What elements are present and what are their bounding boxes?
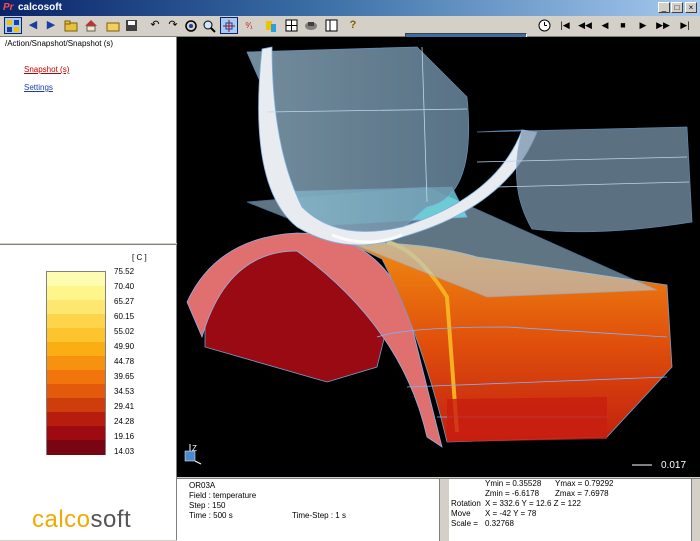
pick-icon[interactable]: ⁰⁄₁ — [240, 17, 258, 34]
legend-swatch — [47, 440, 105, 455]
breadcrumb: /Action/Snapshot/Snapshot (s) — [5, 39, 114, 48]
rotation-values: X = 332.6 Y = 12.6 Z = 122 — [485, 499, 582, 508]
scale-label: Scale = — [451, 519, 478, 528]
scale-indicator: 0.017 — [632, 460, 686, 471]
clock-icon[interactable] — [535, 17, 553, 34]
brand-part-1: calco — [32, 506, 91, 533]
move-label: Move — [451, 509, 471, 518]
snapshot-link[interactable]: Snapshot (s) — [24, 65, 69, 74]
legend-swatch — [47, 370, 105, 385]
legend-swatch — [47, 314, 105, 329]
time-info: Time : 500 s — [189, 511, 233, 520]
open-folder-icon[interactable] — [62, 17, 80, 34]
scale-info: 0.32768 — [485, 519, 514, 528]
info-panel: OR03A Field : temperature Step : 150 Tim… — [177, 478, 700, 541]
play-icon[interactable]: ▶ — [634, 17, 652, 34]
navigation-panel: /Action/Snapshot/Snapshot (s) Snapshot (… — [0, 37, 177, 243]
app-logo-icon: Pr — [3, 2, 14, 13]
legend-value: 29.41 — [114, 402, 135, 411]
rotate-left-icon[interactable]: ↶ — [146, 17, 164, 34]
3d-viewport[interactable]: Z 0.017 — [177, 37, 700, 477]
zoom-icon[interactable] — [200, 17, 218, 34]
axes-icon[interactable] — [220, 17, 238, 34]
minimize-button[interactable]: _ — [658, 2, 670, 13]
brand-part-2: soft — [90, 506, 132, 533]
last-icon[interactable]: ▶| — [676, 17, 694, 34]
legend-value: 60.15 — [114, 312, 135, 321]
legend-swatch — [47, 426, 105, 441]
timestep-info: Time-Step : 1 s — [292, 511, 346, 520]
axis-triad: Z — [184, 444, 202, 465]
print-icon[interactable] — [302, 17, 320, 34]
axis-z-label: Z — [192, 444, 197, 453]
legend-swatch — [47, 286, 105, 301]
window-title: calcosoft — [18, 2, 62, 13]
legend-swatch — [47, 342, 105, 357]
model-name: OR03A — [189, 481, 216, 490]
fit-icon[interactable] — [182, 17, 200, 34]
step-back-icon[interactable]: ◀◀ — [576, 17, 594, 34]
maximize-button[interactable]: □ — [671, 2, 683, 13]
legend-color-bar — [46, 271, 106, 455]
rotation-label: Rotation — [451, 499, 481, 508]
pointer-icon[interactable] — [4, 17, 22, 34]
grid-icon[interactable] — [282, 17, 300, 34]
home-icon[interactable] — [82, 17, 100, 34]
legend-value: 65.27 — [114, 297, 135, 306]
brand-panel: calcosoft — [0, 478, 177, 540]
play-back-icon[interactable]: ◀ — [596, 17, 614, 34]
3d-scene: Z 0.017 — [184, 46, 693, 471]
zmin-info: Zmin = -6.6178 — [485, 489, 540, 498]
color-legend: [ C ] 75.52 70.40 65.27 60.15 55.02 49.90 44.7… — [0, 244, 177, 478]
zmax-info: Zmax = 7.6978 — [555, 489, 609, 498]
legend-value: 19.16 — [114, 432, 135, 441]
step-forward-icon[interactable]: ▶▶ — [654, 17, 672, 34]
forward-icon[interactable]: ▶ — [42, 17, 60, 34]
stop-icon[interactable]: ■ — [614, 17, 632, 34]
toolbar: ◀ ▶ ↶ ↷ ⁰⁄₁ ? |◀ ◀◀ ◀ ■ ▶ ▶▶ ▶| — [0, 16, 700, 47]
legend-value: 39.65 — [114, 372, 135, 381]
legend-value: 75.52 — [114, 267, 135, 276]
legend-value: 44.78 — [114, 357, 135, 366]
title-bar: Pr calcosoft _ □ × — [0, 0, 700, 16]
legend-swatch — [47, 398, 105, 413]
legend-value: 70.40 — [114, 282, 135, 291]
back-icon[interactable]: ◀ — [24, 17, 42, 34]
brand-logo: calcosoft — [32, 506, 131, 534]
field-info: Field : temperature — [189, 491, 257, 500]
legend-swatch — [47, 300, 105, 315]
paint-icon[interactable] — [262, 17, 280, 34]
move-values: X = -42 Y = 78 — [485, 509, 537, 518]
legend-swatch — [47, 412, 105, 427]
ymax-info: Ymax = 0.79292 — [555, 479, 614, 488]
ymin-info: Ymin = 0.35528 — [485, 479, 542, 488]
legend-value: 55.02 — [114, 327, 135, 336]
rotate-right-icon[interactable]: ↷ — [164, 17, 182, 34]
save-icon[interactable] — [122, 17, 140, 34]
legend-value: 49.90 — [114, 342, 135, 351]
legend-value: 34.53 — [114, 387, 135, 396]
split-icon[interactable] — [322, 17, 340, 34]
legend-value: 24.28 — [114, 417, 135, 426]
help-icon[interactable]: ? — [344, 17, 362, 34]
info-scrollbar-right[interactable] — [691, 479, 700, 541]
legend-unit: [ C ] — [132, 253, 147, 262]
info-scrollbar-left[interactable] — [439, 479, 449, 541]
legend-swatch — [47, 384, 105, 399]
folder-icon[interactable] — [104, 17, 122, 34]
legend-swatch — [47, 356, 105, 371]
legend-swatch — [47, 328, 105, 343]
legend-value: 14.03 — [114, 447, 135, 456]
step-info: Step : 150 — [189, 501, 226, 510]
scale-value: 0.017 — [661, 460, 686, 471]
settings-link[interactable]: Settings — [24, 83, 53, 92]
legend-swatch — [47, 272, 105, 287]
close-button[interactable]: × — [685, 2, 697, 13]
first-icon[interactable]: |◀ — [556, 17, 574, 34]
